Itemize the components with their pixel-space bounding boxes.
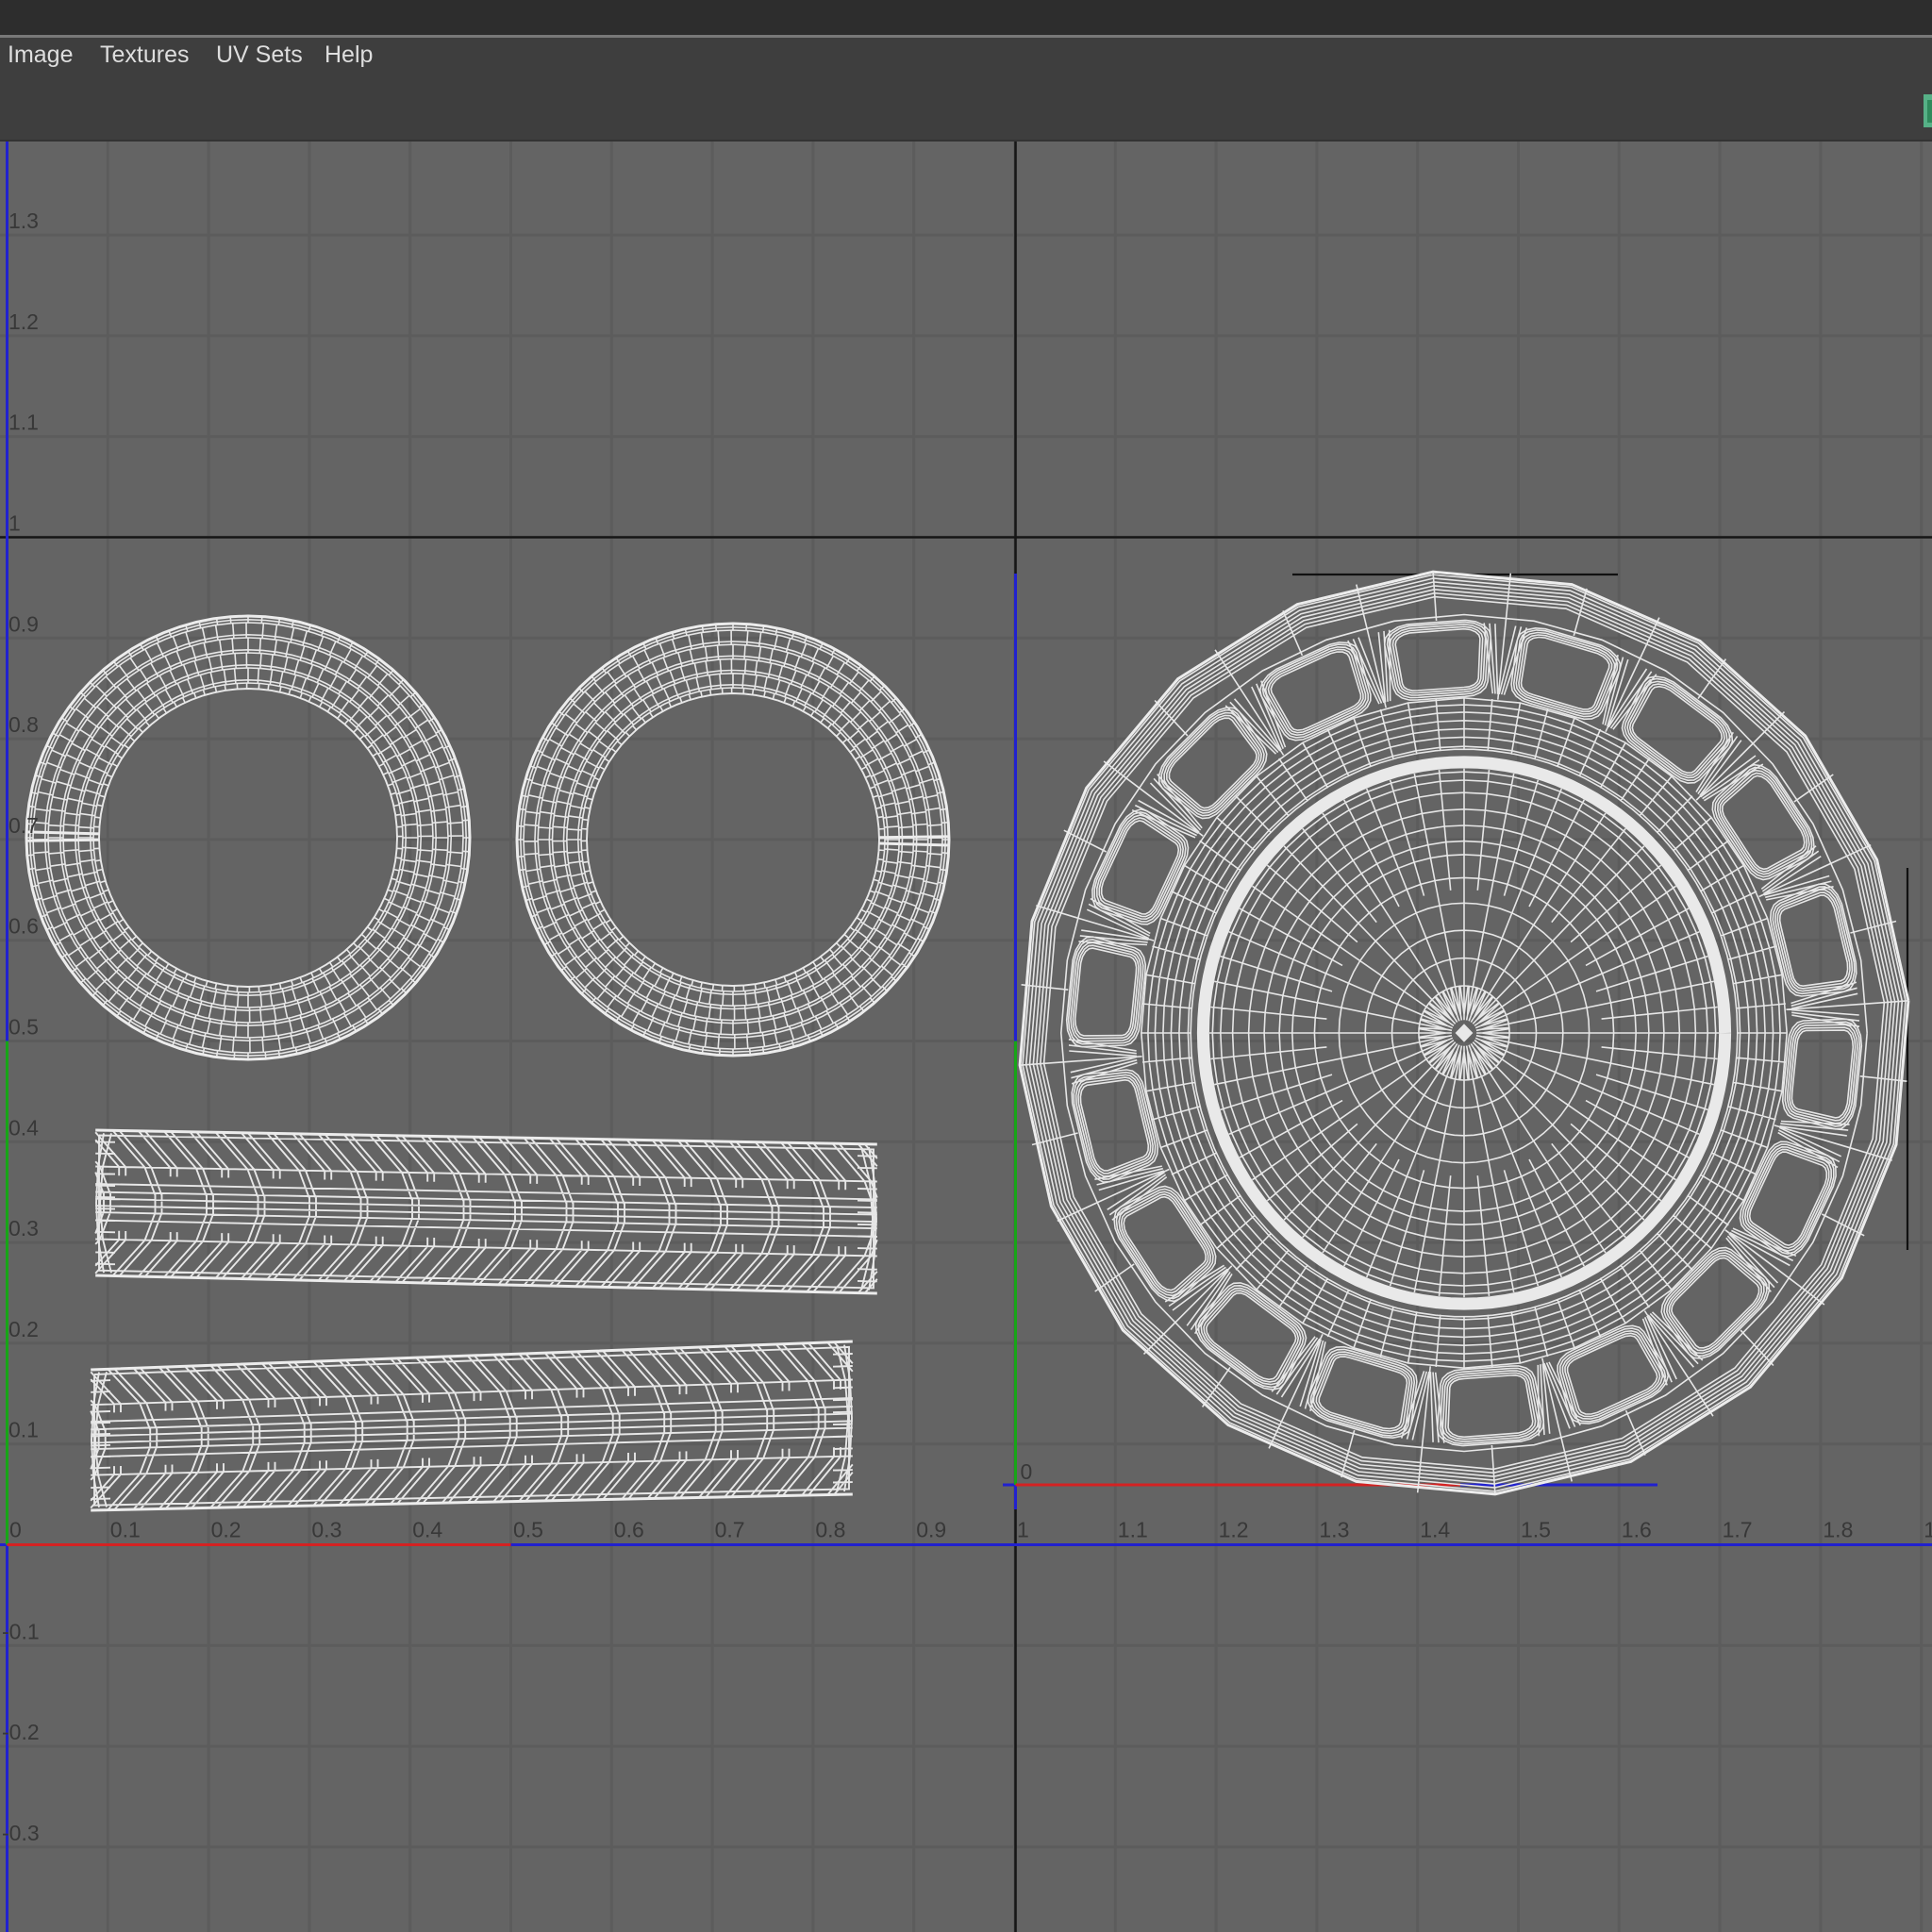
- svg-text:Textures: Textures: [100, 42, 189, 68]
- svg-text:0.2: 0.2: [211, 1518, 242, 1542]
- svg-text:1.3: 1.3: [1319, 1518, 1349, 1542]
- svg-text:1.2: 1.2: [8, 309, 39, 334]
- svg-text:0.8: 0.8: [815, 1518, 845, 1542]
- svg-text:0.2: 0.2: [8, 1317, 39, 1341]
- svg-text:1.4: 1.4: [1420, 1518, 1450, 1542]
- svg-text:1.5: 1.5: [1521, 1518, 1551, 1542]
- svg-text:0.7: 0.7: [715, 1518, 745, 1542]
- svg-text:0.3: 0.3: [311, 1518, 341, 1542]
- svg-text:0.3: 0.3: [8, 1216, 39, 1241]
- svg-text:0.6: 0.6: [614, 1518, 644, 1542]
- svg-text:1.1: 1.1: [8, 410, 39, 435]
- svg-text:0: 0: [1021, 1459, 1033, 1484]
- svg-text:1.8: 1.8: [1823, 1518, 1853, 1542]
- svg-text:0: 0: [9, 1518, 22, 1542]
- svg-text:0.8: 0.8: [8, 712, 39, 737]
- svg-text:1.3: 1.3: [8, 208, 39, 233]
- svg-text:0.4: 0.4: [8, 1115, 39, 1140]
- svg-text:-0.3: -0.3: [2, 1821, 40, 1845]
- svg-text:0.1: 0.1: [8, 1418, 39, 1442]
- svg-text:0.9: 0.9: [916, 1518, 946, 1542]
- svg-text:0.4: 0.4: [412, 1518, 442, 1542]
- svg-text:0.7: 0.7: [8, 813, 39, 838]
- svg-text:UV Sets: UV Sets: [216, 42, 303, 68]
- svg-text:1.1: 1.1: [1118, 1518, 1148, 1542]
- svg-text:0.1: 0.1: [110, 1518, 141, 1542]
- svg-text:Help: Help: [325, 42, 373, 68]
- svg-text:0.5: 0.5: [513, 1518, 543, 1542]
- svg-text:1: 1: [8, 511, 21, 536]
- svg-text:0.6: 0.6: [8, 914, 39, 939]
- svg-text:0.5: 0.5: [8, 1015, 39, 1040]
- svg-text:1.6: 1.6: [1622, 1518, 1652, 1542]
- svg-text:1.7: 1.7: [1723, 1518, 1753, 1542]
- svg-text:1: 1: [1017, 1518, 1029, 1542]
- svg-text:1.9: 1.9: [1924, 1518, 1932, 1542]
- svg-text:1.2: 1.2: [1219, 1518, 1249, 1542]
- svg-text:Image: Image: [8, 42, 73, 68]
- svg-text:-0.1: -0.1: [2, 1619, 40, 1643]
- svg-text:-0.2: -0.2: [2, 1720, 40, 1744]
- svg-text:0.9: 0.9: [8, 611, 39, 636]
